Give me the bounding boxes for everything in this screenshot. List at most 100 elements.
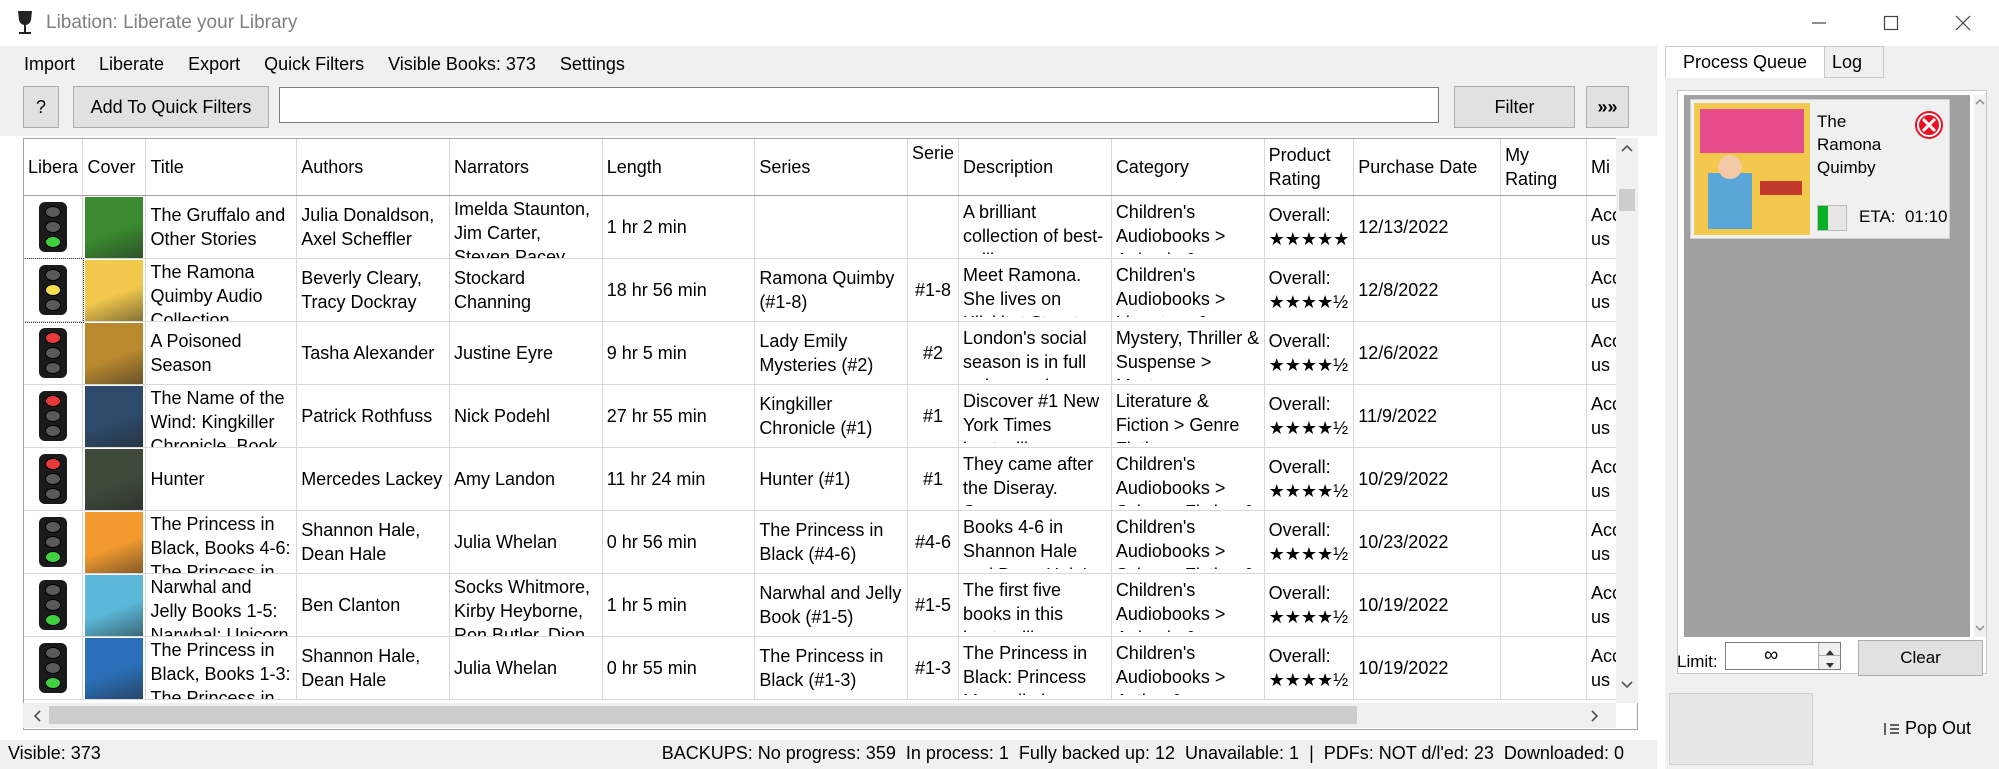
column-header-series[interactable]: Series	[754, 139, 909, 196]
book-cover-image	[85, 196, 144, 258]
horizontal-scroll-thumb[interactable]	[49, 706, 1357, 724]
liberate-status-cell[interactable]	[24, 573, 84, 637]
filter-button[interactable]: Filter	[1454, 86, 1575, 128]
cover-cell[interactable]	[82, 195, 147, 259]
queue-scroll-down-icon[interactable]	[1974, 623, 1986, 633]
traffic-light-icon[interactable]	[39, 391, 68, 441]
liberate-status-cell[interactable]	[24, 384, 84, 448]
series-cell: Narwhal and Jelly Book (#1-5)	[754, 573, 909, 637]
close-window-button[interactable]	[1927, 0, 1999, 46]
table-row[interactable]: The Princess in Black, Books 4-6: The Pr…	[24, 510, 1637, 574]
column-header-my-rating[interactable]: My Rating	[1500, 139, 1587, 196]
table-row[interactable]: Hunter Mercedes Lackey Amy Landon 11 hr 24 …	[24, 447, 1637, 511]
cover-cell[interactable]	[82, 258, 147, 322]
grid-horizontal-scrollbar[interactable]	[23, 703, 1616, 728]
product-rating-cell-text: Overall: ★★★★½	[1268, 520, 1349, 564]
table-row[interactable]: The Princess in Black, Books 1-3: The Pr…	[24, 636, 1637, 700]
authors-cell-text: Shannon Hale, Dean Hale	[301, 520, 421, 564]
column-header-title[interactable]: Title	[145, 139, 298, 196]
maximize-button[interactable]	[1855, 0, 1927, 46]
status-bulb	[45, 535, 62, 548]
vertical-scroll-thumb[interactable]	[1619, 189, 1635, 211]
column-header-liberate[interactable]: Libera	[24, 139, 84, 196]
traffic-light-icon[interactable]	[39, 265, 68, 315]
menu-visible-books[interactable]: Visible Books: 373	[376, 54, 548, 75]
search-input[interactable]	[279, 87, 1439, 123]
limit-stepper[interactable]: ∞	[1725, 642, 1841, 670]
add-to-quick-filters-button[interactable]: Add To Quick Filters	[73, 86, 269, 128]
liberate-status-cell[interactable]	[24, 447, 84, 511]
tab-log[interactable]: Log	[1825, 46, 1884, 78]
liberate-status-cell[interactable]	[24, 510, 84, 574]
scroll-left-icon[interactable]	[31, 709, 43, 723]
traffic-light-icon[interactable]	[39, 454, 68, 504]
title-cell-text: Narwhal and Jelly Books 1-5: Narwhal: Un…	[150, 576, 289, 636]
table-row[interactable]: The Gruffalo and Other Stories Julia Dona…	[24, 195, 1637, 259]
menu-import[interactable]: Import	[0, 54, 87, 75]
cover-cell[interactable]	[82, 384, 147, 448]
limit-value[interactable]: ∞	[1764, 644, 1778, 667]
limit-decrement-button[interactable]	[1818, 656, 1840, 669]
cover-cell[interactable]	[82, 321, 147, 385]
queue-scroll-up-icon[interactable]	[1974, 97, 1986, 107]
help-button[interactable]: ?	[23, 86, 59, 128]
status-bulb	[45, 676, 62, 689]
liberate-status-cell[interactable]	[24, 257, 84, 323]
traffic-light-icon[interactable]	[39, 202, 68, 252]
cancel-item-icon[interactable]	[1913, 109, 1945, 141]
column-header-length[interactable]: Length	[602, 139, 756, 196]
menu-liberate[interactable]: Liberate	[87, 54, 176, 75]
scroll-right-icon[interactable]	[1589, 709, 1601, 723]
liberate-status-cell[interactable]	[24, 636, 84, 700]
limit-increment-button[interactable]	[1818, 643, 1840, 656]
minimize-button[interactable]	[1783, 0, 1855, 46]
menu-quick-filters[interactable]: Quick Filters	[252, 54, 376, 75]
liberate-status-cell[interactable]	[24, 195, 84, 259]
menu-settings[interactable]: Settings	[548, 54, 637, 75]
product-rating-cell: Overall: ★★★★½	[1264, 384, 1355, 448]
queue-scrollbar[interactable]	[1974, 95, 1986, 637]
table-row[interactable]: The Ramona Quimby Audio Collection Beverl…	[24, 257, 1637, 323]
column-header-narrators[interactable]: Narrators	[449, 139, 603, 196]
cover-cell[interactable]	[82, 510, 147, 574]
table-row[interactable]: Narwhal and Jelly Books 1-5: Narwhal: Un…	[24, 573, 1637, 637]
column-header-cover[interactable]: Cover	[82, 139, 147, 196]
traffic-light-icon[interactable]	[39, 580, 68, 630]
scroll-down-icon[interactable]	[1620, 679, 1634, 691]
pop-out-label[interactable]: Pop Out	[1905, 718, 1971, 739]
expand-panel-button[interactable]: »»	[1586, 86, 1629, 128]
column-header-category[interactable]: Category	[1111, 139, 1265, 196]
column-header-authors[interactable]: Authors	[296, 139, 450, 196]
grid-vertical-scrollbar[interactable]	[1616, 138, 1638, 703]
table-row[interactable]: A Poisoned Season Tasha Alexander Justine …	[24, 321, 1637, 385]
table-row[interactable]: The Name of the Wind: Kingkiller Chronic…	[24, 384, 1637, 448]
liberate-status-cell[interactable]	[24, 321, 84, 385]
queue-item-eta: ETA: 01:10	[1859, 207, 1948, 226]
traffic-light-icon[interactable]	[39, 643, 68, 693]
queue-item[interactable]: The Ramona Quimby ETA: 01:10	[1690, 99, 1950, 239]
purchase-date-cell: 12/8/2022	[1353, 258, 1502, 322]
column-header-series-order[interactable]: Serie	[907, 139, 960, 196]
cover-cell[interactable]	[82, 447, 147, 511]
narrators-cell-text: Julia Whelan	[453, 658, 558, 678]
menu-export[interactable]: Export	[176, 54, 252, 75]
scroll-up-icon[interactable]	[1620, 142, 1634, 154]
column-header-description[interactable]: Description	[958, 139, 1112, 196]
title-cell: Narwhal and Jelly Books 1-5: Narwhal: Un…	[145, 573, 298, 637]
column-header-purchase-date[interactable]: Purchase Date	[1353, 139, 1502, 196]
traffic-light-icon[interactable]	[39, 517, 68, 567]
traffic-light-icon[interactable]	[39, 328, 68, 378]
product-rating-cell-text: Overall: ★★★★½	[1268, 394, 1349, 438]
pop-out-icon	[1884, 722, 1899, 735]
cover-cell[interactable]	[82, 573, 147, 637]
narrators-cell: Julia Whelan	[449, 510, 603, 574]
series-order-cell: #1	[907, 384, 960, 448]
series-cell	[754, 195, 909, 259]
cover-cell[interactable]	[82, 636, 147, 700]
pop-out-button[interactable]: Pop Out	[1883, 718, 1971, 739]
column-header-product-rating[interactable]: Product Rating	[1264, 139, 1355, 196]
status-bulb	[45, 424, 62, 437]
tab-process-queue[interactable]: Process Queue	[1665, 46, 1825, 78]
clear-button[interactable]: Clear	[1858, 640, 1983, 676]
product-rating-cell-text: Overall: ★★★★★	[1268, 205, 1350, 249]
